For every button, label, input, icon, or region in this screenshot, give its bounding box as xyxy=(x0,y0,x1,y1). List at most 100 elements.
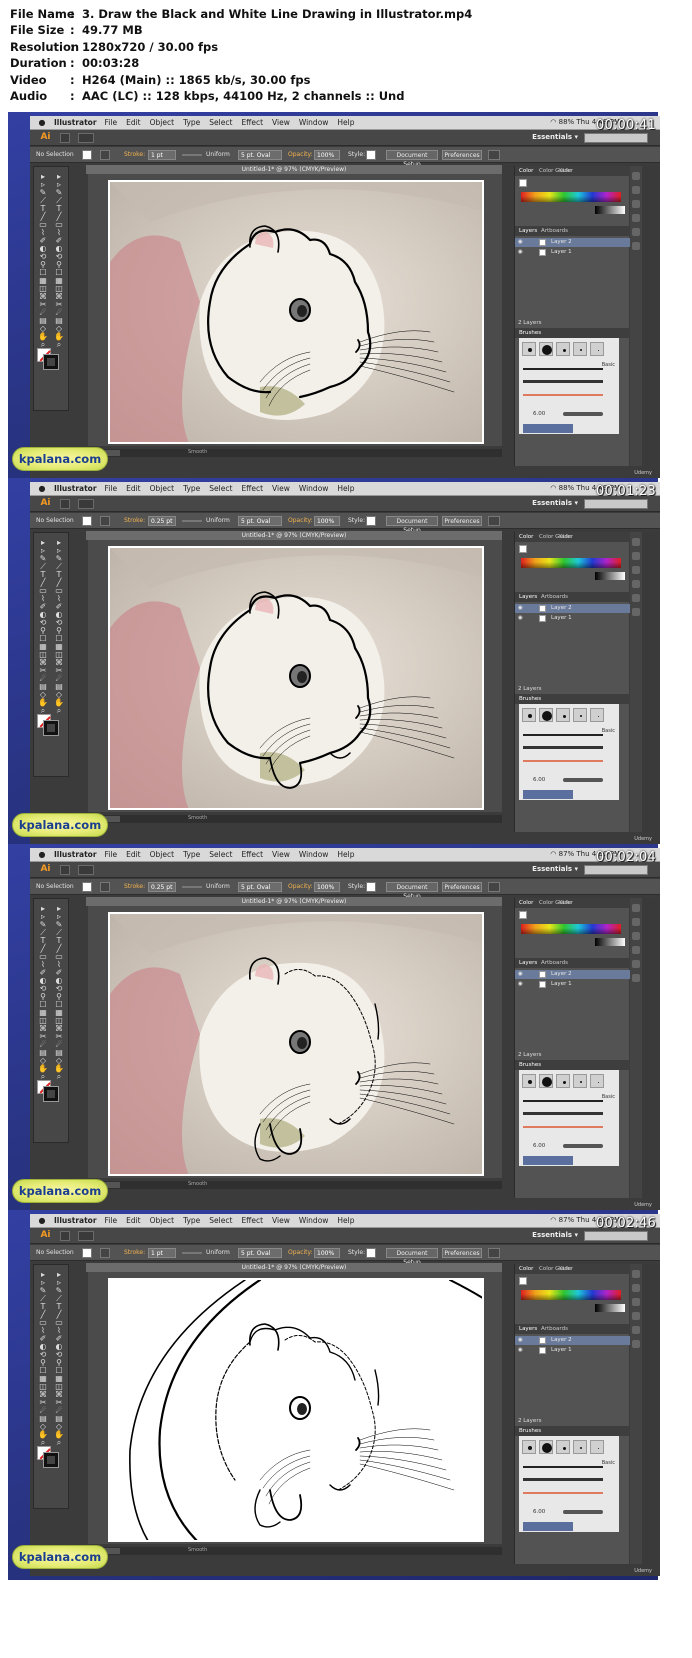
menu-window[interactable]: Window xyxy=(299,118,329,127)
brush-definition[interactable]: 5 pt. Oval xyxy=(238,516,282,526)
tab-kuler[interactable]: Kuler xyxy=(559,168,573,174)
tab-brushes[interactable]: Brushes xyxy=(519,1428,541,1434)
brush-swatch[interactable] xyxy=(539,708,553,722)
brush-definition[interactable]: 5 pt. Oval xyxy=(238,882,282,892)
layer-row[interactable]: ◉ Layer 2 xyxy=(515,1336,630,1345)
menu-type[interactable]: Type xyxy=(183,484,200,493)
layer-row[interactable]: ◉ Layer 1 xyxy=(515,980,630,989)
menu-file[interactable]: File xyxy=(105,484,118,493)
menu-type[interactable]: Type xyxy=(183,1216,200,1225)
panel-collapse-icon[interactable] xyxy=(632,580,640,588)
menu-app-name[interactable]: Illustrator xyxy=(54,484,97,493)
menu-app-name[interactable]: Illustrator xyxy=(54,118,97,127)
arrange-documents-button[interactable] xyxy=(78,499,94,509)
tab-artboards[interactable]: Artboards xyxy=(541,228,568,234)
tab-kuler[interactable]: Kuler xyxy=(559,900,573,906)
panel-collapse-icon[interactable] xyxy=(632,594,640,602)
brush-definition[interactable]: 5 pt. Oval xyxy=(238,1248,282,1258)
artboard[interactable] xyxy=(108,1278,484,1542)
panel-collapse-icon[interactable] xyxy=(632,1326,640,1334)
panel-collapse-icon[interactable] xyxy=(632,566,640,574)
brush-selection-row[interactable] xyxy=(523,1522,573,1531)
brush-swatch[interactable] xyxy=(573,1440,587,1454)
menu-edit[interactable]: Edit xyxy=(126,1216,141,1225)
document-tab[interactable]: Untitled-1* @ 97% (CMYK/Preview) xyxy=(86,897,502,906)
brush-swatch[interactable] xyxy=(522,708,536,722)
menu-file[interactable]: File xyxy=(105,1216,118,1225)
tab-color[interactable]: Color xyxy=(519,1266,533,1272)
tool-icon[interactable]: ⌕ xyxy=(54,1439,64,1447)
brush-stroke-basic[interactable] xyxy=(523,1100,603,1102)
menu-object[interactable]: Object xyxy=(150,484,174,493)
color-spectrum[interactable] xyxy=(521,192,621,202)
menu-help[interactable]: Help xyxy=(337,1216,354,1225)
menu-help[interactable]: Help xyxy=(337,118,354,127)
brush-swatch[interactable] xyxy=(590,342,604,356)
menu-effect[interactable]: Effect xyxy=(241,850,263,859)
menu-view[interactable]: View xyxy=(272,484,290,493)
panel-collapse-icon[interactable] xyxy=(632,538,640,546)
fill-stroke-mini[interactable] xyxy=(519,179,527,187)
brush-swatch[interactable] xyxy=(556,342,570,356)
panel-collapse-icon[interactable] xyxy=(632,1312,640,1320)
layer-name[interactable]: Layer 2 xyxy=(551,970,572,979)
menu-effect[interactable]: Effect xyxy=(241,484,263,493)
apple-icon[interactable]: ● xyxy=(36,118,48,127)
layer-name[interactable]: Layer 1 xyxy=(551,980,572,989)
grey-ramp[interactable] xyxy=(595,938,625,946)
layer-row[interactable]: ◉ Layer 1 xyxy=(515,614,630,623)
panel-collapse-icon[interactable] xyxy=(632,552,640,560)
tool-icon[interactable]: ⌕ xyxy=(54,341,64,349)
panel-collapse-icon[interactable] xyxy=(632,200,640,208)
menu-view[interactable]: View xyxy=(272,850,290,859)
brush-stroke-charcoal[interactable] xyxy=(523,1478,603,1481)
stroke-color-icon[interactable] xyxy=(43,720,59,736)
menu-window[interactable]: Window xyxy=(299,484,329,493)
tab-layers[interactable]: Layers xyxy=(519,228,537,234)
opacity-input[interactable]: 100% xyxy=(314,150,340,160)
grey-ramp[interactable] xyxy=(595,206,625,214)
brush-definition[interactable]: 5 pt. Oval xyxy=(238,150,282,160)
arrange-documents-button[interactable] xyxy=(78,865,94,875)
preferences-button[interactable]: Preferences xyxy=(442,150,482,160)
fill-swatch[interactable] xyxy=(82,516,92,526)
document-tab[interactable]: Untitled-1* @ 97% (CMYK/Preview) xyxy=(86,165,502,174)
menu-select[interactable]: Select xyxy=(209,118,232,127)
menu-type[interactable]: Type xyxy=(183,118,200,127)
artwork-canvas[interactable] xyxy=(110,548,484,810)
brush-swatch[interactable] xyxy=(522,342,536,356)
brush-swatch[interactable] xyxy=(522,1074,536,1088)
fill-stroke-mini[interactable] xyxy=(519,1277,527,1285)
stroke-weight-input[interactable]: 0.25 pt xyxy=(148,882,176,892)
graphic-style-swatch[interactable] xyxy=(366,1248,376,1258)
workspace-switcher[interactable]: Essentials ▾ xyxy=(532,1231,578,1239)
visibility-eye-icon[interactable]: ◉ xyxy=(518,970,524,979)
bridge-button[interactable] xyxy=(60,133,70,143)
layer-name[interactable]: Layer 1 xyxy=(551,614,572,623)
fill-stroke-mini[interactable] xyxy=(519,911,527,919)
tab-kuler[interactable]: Kuler xyxy=(559,1266,573,1272)
layer-row[interactable]: ◉ Layer 2 xyxy=(515,604,630,613)
stroke-color-icon[interactable] xyxy=(43,354,59,370)
tab-artboards[interactable]: Artboards xyxy=(541,1326,568,1332)
opacity-label[interactable]: Opacity: xyxy=(288,151,313,158)
workspace-switcher[interactable]: Essentials ▾ xyxy=(532,499,578,507)
fill-swatch[interactable] xyxy=(82,150,92,160)
artwork-canvas[interactable] xyxy=(110,182,484,444)
fill-stroke-mini[interactable] xyxy=(519,545,527,553)
arrange-documents-button[interactable] xyxy=(78,133,94,143)
variable-width-profile[interactable]: Uniform xyxy=(206,151,230,158)
menu-effect[interactable]: Effect xyxy=(241,118,263,127)
layer-name[interactable]: Layer 2 xyxy=(551,238,572,247)
brush-swatch[interactable] xyxy=(522,1440,536,1454)
panel-collapse-icon[interactable] xyxy=(632,186,640,194)
stroke-weight-input[interactable]: 1 pt xyxy=(148,150,176,160)
artboard[interactable] xyxy=(108,180,484,444)
brush-swatch[interactable] xyxy=(556,708,570,722)
tab-color[interactable]: Color xyxy=(519,900,533,906)
scroll-area[interactable] xyxy=(642,532,660,844)
menu-view[interactable]: View xyxy=(272,118,290,127)
grey-ramp[interactable] xyxy=(595,1304,625,1312)
document-setup-button[interactable]: Document Setup xyxy=(386,150,438,168)
brush-stroke-arrow[interactable] xyxy=(523,1126,603,1128)
